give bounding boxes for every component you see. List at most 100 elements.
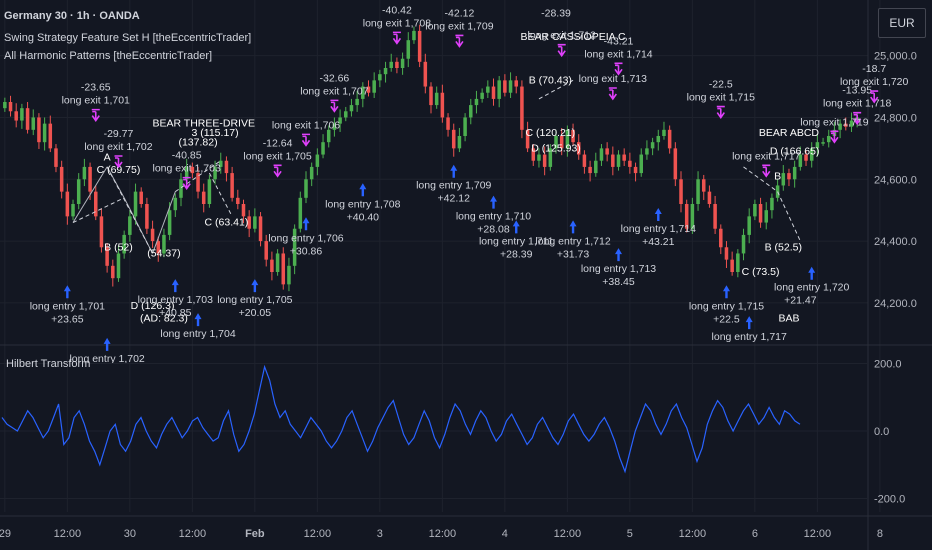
price-tick-label: 24,600.0 <box>874 174 917 186</box>
candle-body <box>650 142 655 149</box>
candle-body <box>713 204 717 229</box>
exit-signal-label: long exit 1,718 <box>823 98 891 110</box>
exit-signal-label: long exit 1,720 <box>840 76 908 88</box>
candle-body <box>656 136 661 143</box>
candle-body <box>31 117 36 130</box>
candle-body <box>542 154 547 167</box>
exit-signal-label: long exit 1,717 <box>732 150 800 162</box>
candle-body <box>497 80 501 99</box>
candle-body <box>116 253 121 279</box>
indicator-legend-harmonic[interactable]: All Harmonic Patterns [theEccentricTrade… <box>4 50 212 62</box>
candle-body <box>88 166 92 192</box>
oscillator-tick-label: -200.0 <box>874 494 905 506</box>
entry-signal-label: long entry 1,701 <box>30 300 105 312</box>
entry-signal-label: long entry 1,714 <box>621 223 696 235</box>
candle-body <box>645 148 649 155</box>
candle-body <box>594 160 598 174</box>
price-tick-label: 24,200.0 <box>874 298 917 310</box>
candle-body <box>588 166 592 174</box>
candle-body <box>457 136 462 149</box>
candle-body <box>724 247 729 260</box>
candle-body <box>701 179 706 192</box>
entry-signal-label: long entry 1,705 <box>217 294 292 306</box>
candle-body <box>696 179 700 204</box>
candle-body <box>3 102 7 109</box>
candle-body <box>446 117 450 130</box>
candle-body <box>707 191 712 204</box>
entry-pnl-label: +28.08 <box>477 224 510 236</box>
entry-signal-label: long entry 1,710 <box>456 211 531 223</box>
time-tick-label: 12:00 <box>54 528 82 540</box>
entry-signal-label: long entry 1,708 <box>325 198 400 210</box>
candle-body <box>469 105 473 118</box>
entry-signal-label: long entry 1,703 <box>138 294 213 306</box>
candle-body <box>434 92 439 106</box>
candle-body <box>605 148 609 155</box>
exit-pnl-label: -29.77 <box>104 128 134 140</box>
candle-body <box>633 166 638 174</box>
time-tick-label: 5 <box>627 528 633 540</box>
candle-body <box>616 154 621 167</box>
exit-signal-label: long exit 1,701 <box>62 95 130 107</box>
time-tick-label: 12:00 <box>304 528 332 540</box>
candle-body <box>344 111 348 118</box>
candle-body <box>321 142 325 155</box>
candle-body <box>167 210 172 235</box>
candle-body <box>679 179 683 204</box>
time-tick-label: 4 <box>502 528 508 540</box>
candle-body <box>628 160 632 167</box>
candle-body <box>383 68 388 75</box>
candle-body <box>145 204 149 229</box>
time-tick-label: 3 <box>377 528 383 540</box>
entry-pnl-label: +43.21 <box>642 236 675 248</box>
exit-pnl-label: -42.12 <box>445 7 475 19</box>
candle-body <box>400 58 405 68</box>
candle-body <box>54 148 58 167</box>
background <box>0 0 932 550</box>
entry-signal-label: long entry 1,704 <box>160 328 235 340</box>
candle-body <box>770 197 774 211</box>
candle-body <box>821 142 825 144</box>
oscillator-tick-label: 0.0 <box>874 426 889 438</box>
candle-body <box>133 191 138 217</box>
candle-body <box>520 86 524 130</box>
entry-pnl-label: +28.39 <box>500 248 533 260</box>
candle-body <box>82 166 87 180</box>
candle-body <box>417 30 422 62</box>
exit-signal-label: long exit 1,713 <box>579 73 647 85</box>
chart-canvas[interactable]: AC (69.75)B (52)(54.37)D (126.3)(AD: 82.… <box>0 0 932 550</box>
exit-signal-label: long exit 1,707 <box>300 85 368 97</box>
pattern-label: BAB <box>778 312 799 324</box>
price-tick-label: 25,000.0 <box>874 51 917 63</box>
candle-body <box>622 154 626 161</box>
candle-body <box>372 80 376 93</box>
exit-pnl-label: -22.5 <box>709 79 733 91</box>
candle-body <box>781 173 786 186</box>
candle-body <box>20 108 24 121</box>
time-tick-label: 6 <box>752 528 758 540</box>
oscillator-title[interactable]: Hilbert Transform <box>6 358 90 370</box>
candle-body <box>315 154 320 167</box>
candle-body <box>71 204 75 217</box>
candle-body <box>611 154 615 167</box>
time-tick-label: 29 <box>0 528 11 540</box>
exit-pnl-label: -43.21 <box>604 35 634 47</box>
candle-body <box>8 102 13 112</box>
indicator-legend-swing[interactable]: Swing Strategy Feature Set H [theEccentr… <box>4 32 251 44</box>
entry-pnl-label: +21.47 <box>784 295 817 307</box>
symbol-title[interactable]: Germany 30 · 1h · OANDA <box>4 10 140 22</box>
entry-signal-label: long entry 1,717 <box>712 331 787 343</box>
candle-body <box>736 253 740 272</box>
currency-button[interactable]: EUR <box>878 8 926 38</box>
candle-body <box>224 160 229 174</box>
candle-body <box>378 74 382 81</box>
entry-signal-label: long entry 1,706 <box>268 232 343 244</box>
candle-body <box>395 61 399 68</box>
entry-pnl-label: +40.85 <box>159 307 192 319</box>
candle-body <box>514 80 518 87</box>
exit-pnl-label: -23.65 <box>81 82 111 94</box>
time-tick-label: 8 <box>877 528 883 540</box>
time-tick-label: 12:00 <box>554 528 582 540</box>
candle-body <box>287 265 291 285</box>
pattern-label: BEAR ABCD <box>759 127 820 139</box>
